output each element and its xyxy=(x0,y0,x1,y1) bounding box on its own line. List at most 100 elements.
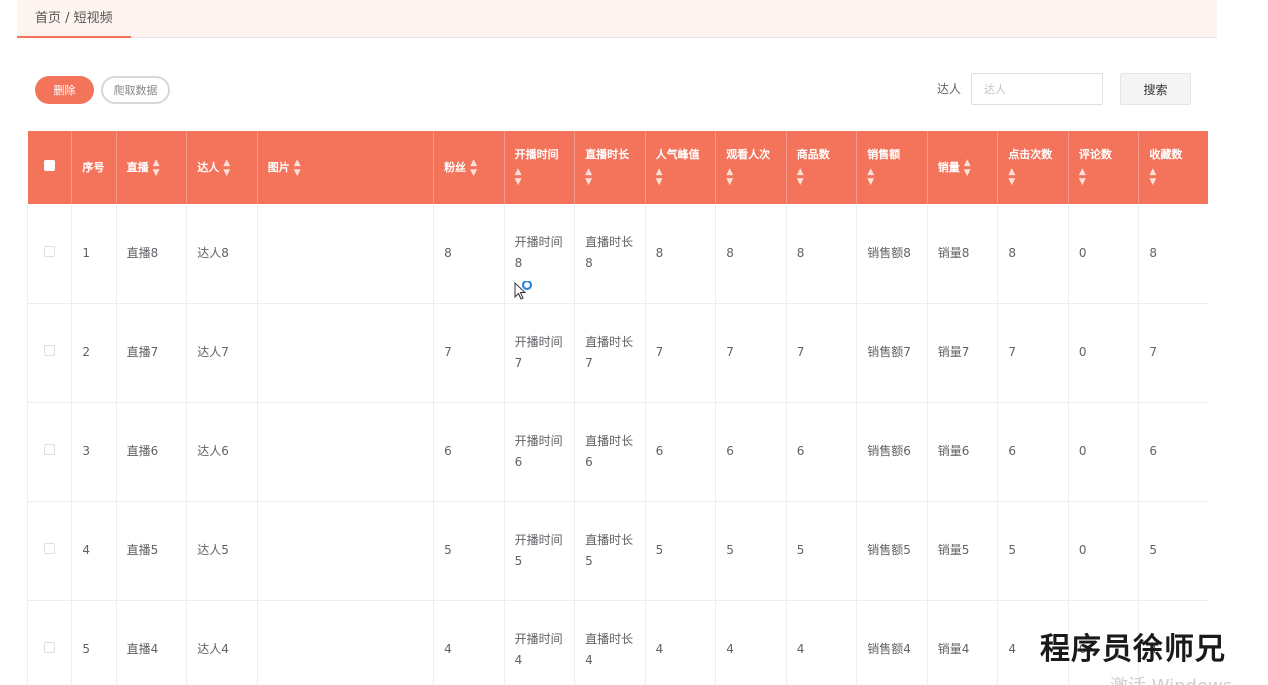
cell-clicks: 8 xyxy=(997,204,1069,303)
cell-sales-amount: 销售额5 xyxy=(856,501,928,600)
crawl-data-button[interactable]: 爬取数据 xyxy=(101,76,170,104)
sort-icon[interactable]: ▲ ▼ xyxy=(153,158,160,178)
sort-icon[interactable]: ▲ ▼ xyxy=(515,167,565,187)
cell-live: 直播5 xyxy=(116,501,188,600)
col-header-index: 序号 xyxy=(71,131,117,204)
sort-icon[interactable]: ▲ ▼ xyxy=(726,167,776,187)
activate-windows-text: 激活 Windows xyxy=(1110,672,1232,685)
search-label: 达人 xyxy=(937,82,962,96)
col-header-sales-volume[interactable]: 销量 ▲ ▼ xyxy=(927,131,999,204)
sort-icon[interactable]: ▲ ▼ xyxy=(470,158,477,178)
cell-duration: 直播时长 6 xyxy=(574,402,646,501)
cell-talent: 达人7 xyxy=(186,303,258,402)
row-checkbox[interactable] xyxy=(27,204,73,303)
sort-icon[interactable]: ▲ ▼ xyxy=(1079,167,1129,187)
cell-peak: 4 xyxy=(645,600,717,685)
cell-favorites: 7 xyxy=(1138,303,1208,402)
cell-fans: 5 xyxy=(433,501,505,600)
cell-index: 4 xyxy=(71,501,117,600)
cell-sales-volume: 销量8 xyxy=(927,204,999,303)
cell-index: 5 xyxy=(71,600,117,685)
table-row[interactable]: 2 直播7 达人7 7 开播时间 7 直播时长 7 7 7 7 销售额7 销量7 7 0 7 xyxy=(27,303,1208,402)
sort-icon[interactable]: ▲ ▼ xyxy=(223,158,230,178)
sort-icon[interactable]: ▲ ▼ xyxy=(1008,167,1058,187)
cell-image xyxy=(257,501,435,600)
search-button[interactable]: 搜索 xyxy=(1120,73,1191,105)
col-header-live[interactable]: 直播 ▲ ▼ xyxy=(116,131,188,204)
col-header-views[interactable]: 观看人次 ▲ ▼ xyxy=(715,131,787,204)
col-header-fans[interactable]: 粉丝 ▲ ▼ xyxy=(433,131,505,204)
cell-fans: 8 xyxy=(433,204,505,303)
cell-clicks: 7 xyxy=(997,303,1069,402)
cell-sales-volume: 销量5 xyxy=(927,501,999,600)
table-row[interactable]: 3 直播6 达人6 6 开播时间 6 直播时长 6 6 6 6 销售额6 销量6 6 0 6 xyxy=(27,402,1208,501)
cell-duration: 直播时长 4 xyxy=(574,600,646,685)
cell-image xyxy=(257,402,435,501)
cell-sales-amount: 销售额7 xyxy=(856,303,928,402)
cell-comments: 0 xyxy=(1068,402,1140,501)
cell-views: 8 xyxy=(715,204,787,303)
search-input[interactable] xyxy=(971,73,1103,105)
sort-icon[interactable]: ▲ ▼ xyxy=(964,158,971,178)
row-checkbox[interactable] xyxy=(27,303,73,402)
cell-index: 3 xyxy=(71,402,117,501)
col-header-goods[interactable]: 商品数 ▲ ▼ xyxy=(786,131,858,204)
row-checkbox[interactable] xyxy=(27,402,73,501)
data-table: 序号 直播 ▲ ▼ 达人 ▲ ▼ 图片 ▲ ▼ 粉丝 ▲ ▼ 开播时间 ▲ ▼ 直播时长 ▲ ▼ 人气峰… xyxy=(27,131,1208,685)
cell-start-time: 开播时间 6 xyxy=(504,402,576,501)
cell-peak: 7 xyxy=(645,303,717,402)
cell-image xyxy=(257,303,435,402)
table-row[interactable]: 5 直播4 达人4 4 开播时间 4 直播时长 4 4 4 4 销售额4 销量4 4 0 4 xyxy=(27,600,1208,685)
cell-sales-amount: 销售额4 xyxy=(856,600,928,685)
col-header-talent[interactable]: 达人 ▲ ▼ xyxy=(186,131,258,204)
table-row[interactable]: 1 直播8 达人8 8 开播时间 8 直播时长 8 8 8 8 销售额8 销量8 8 0 8 xyxy=(27,204,1208,303)
cell-favorites: 8 xyxy=(1138,204,1208,303)
cell-favorites: 6 xyxy=(1138,402,1208,501)
cell-talent: 达人4 xyxy=(186,600,258,685)
table-row[interactable]: 4 直播5 达人5 5 开播时间 5 直播时长 5 5 5 5 销售额5 销量5 5 0 5 xyxy=(27,501,1208,600)
cell-live: 直播4 xyxy=(116,600,188,685)
col-header-comments[interactable]: 评论数 ▲ ▼ xyxy=(1068,131,1140,204)
sort-icon[interactable]: ▲ ▼ xyxy=(294,158,301,178)
col-header-peak[interactable]: 人气峰值 ▲ ▼ xyxy=(645,131,717,204)
row-checkbox[interactable] xyxy=(27,600,73,685)
sort-icon[interactable]: ▲ ▼ xyxy=(585,167,635,187)
cell-talent: 达人8 xyxy=(186,204,258,303)
cell-fans: 6 xyxy=(433,402,505,501)
sort-icon[interactable]: ▲ ▼ xyxy=(867,167,917,187)
col-header-favorites[interactable]: 收藏数 ▲ ▼ xyxy=(1138,131,1208,204)
cell-comments: 0 xyxy=(1068,303,1140,402)
col-header-image[interactable]: 图片 ▲ ▼ xyxy=(257,131,435,204)
watermark-text: 程序员徐师兄 xyxy=(1040,632,1226,667)
cell-live: 直播6 xyxy=(116,402,188,501)
delete-button[interactable]: 删除 xyxy=(35,76,94,104)
cell-goods: 6 xyxy=(786,402,858,501)
cell-live: 直播7 xyxy=(116,303,188,402)
cell-views: 7 xyxy=(715,303,787,402)
select-all-checkbox[interactable] xyxy=(27,131,73,204)
cell-image xyxy=(257,600,435,685)
col-header-duration[interactable]: 直播时长 ▲ ▼ xyxy=(574,131,646,204)
cell-start-time: 开播时间 4 xyxy=(504,600,576,685)
sort-icon[interactable]: ▲ ▼ xyxy=(656,167,706,187)
cell-fans: 4 xyxy=(433,600,505,685)
row-checkbox[interactable] xyxy=(27,501,73,600)
cell-clicks: 6 xyxy=(997,402,1069,501)
sort-icon[interactable]: ▲ ▼ xyxy=(1149,167,1198,187)
cell-talent: 达人5 xyxy=(186,501,258,600)
cell-views: 6 xyxy=(715,402,787,501)
cell-peak: 6 xyxy=(645,402,717,501)
cell-sales-volume: 销量6 xyxy=(927,402,999,501)
cell-duration: 直播时长 5 xyxy=(574,501,646,600)
cell-fans: 7 xyxy=(433,303,505,402)
cell-goods: 8 xyxy=(786,204,858,303)
cell-views: 5 xyxy=(715,501,787,600)
breadcrumb[interactable]: 首页 / 短视频 xyxy=(17,0,131,38)
cell-sales-volume: 销量7 xyxy=(927,303,999,402)
col-header-start-time[interactable]: 开播时间 ▲ ▼ xyxy=(504,131,576,204)
sort-icon[interactable]: ▲ ▼ xyxy=(797,167,847,187)
col-header-clicks[interactable]: 点击次数 ▲ ▼ xyxy=(997,131,1069,204)
cell-index: 1 xyxy=(71,204,117,303)
col-header-sales-amount[interactable]: 销售额 ▲ ▼ xyxy=(856,131,928,204)
cell-views: 4 xyxy=(715,600,787,685)
